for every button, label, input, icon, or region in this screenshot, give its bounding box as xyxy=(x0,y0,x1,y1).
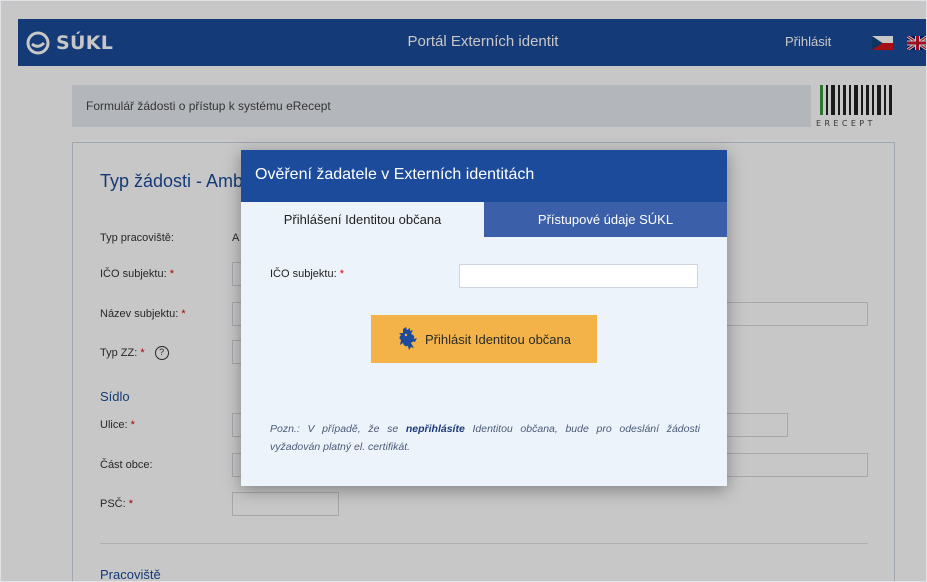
modal-title: Ověření žadatele v Externích identitách xyxy=(255,166,535,183)
modal-note: Pozn.: V případě, že se nepřihlásíte Ide… xyxy=(270,423,700,453)
citizen-identity-login-button[interactable]: Přihlásit Identitou občana xyxy=(371,315,597,363)
note-emphasis: nepřihlásíte xyxy=(405,423,465,435)
citizen-identity-login-label: Přihlásit Identitou občana xyxy=(425,331,571,347)
browser-page: SÚKL Portál Externích identit Přihlásit … xyxy=(0,0,927,582)
modal-ico-input[interactable] xyxy=(459,264,698,288)
tab-sukl-credentials[interactable]: Přístupové údaje SÚKL xyxy=(484,202,727,237)
modal-header: Ověření žadatele v Externích identitách xyxy=(241,150,727,202)
identity-verification-modal: Ověření žadatele v Externích identitách … xyxy=(241,150,727,486)
modal-ico-label: IČO subjektu: * xyxy=(270,268,344,280)
tab-citizen-identity[interactable]: Přihlášení Identitou občana xyxy=(241,202,484,237)
czech-lion-icon xyxy=(399,327,417,350)
